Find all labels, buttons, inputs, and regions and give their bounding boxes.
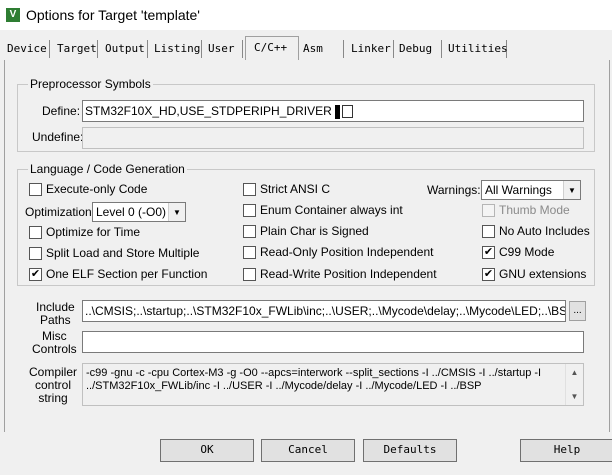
strict-ansi-label: Strict ANSI C <box>260 182 331 196</box>
include-browse-button[interactable]: ... <box>569 301 586 321</box>
optimization-label: Optimization: <box>25 205 96 219</box>
plain-char-checkbox[interactable] <box>243 225 256 238</box>
checkmark-icon: ✔ <box>483 246 494 258</box>
one-elf-checkbox[interactable]: ✔ <box>29 268 42 281</box>
thumb-mode-label: Thumb Mode <box>499 203 570 217</box>
scroll-up-icon[interactable]: ▲ <box>566 366 583 379</box>
checkmark-icon: ✔ <box>483 268 494 280</box>
ro-pi-checkbox[interactable] <box>243 246 256 259</box>
title-bar: V Options for Target 'template' <box>0 0 612 30</box>
compiler-control-label: Compiler control string <box>29 366 77 405</box>
preprocessor-group-title: Preprocessor Symbols <box>28 77 153 91</box>
ro-pi-label: Read-Only Position Independent <box>260 245 434 259</box>
tab-asm[interactable]: Asm <box>300 40 344 58</box>
text-cursor <box>334 104 340 119</box>
include-paths-label: Include Paths <box>36 301 75 327</box>
tab-strip: Device Target Output Listing User C/C++ … <box>0 36 612 60</box>
define-value: STM32F10X_HD,USE_STDPERIPH_DRIVER <box>85 104 332 118</box>
scroll-down-icon[interactable]: ▼ <box>566 390 583 403</box>
ok-button[interactable]: OK <box>160 439 254 462</box>
undefine-label: Undefine: <box>32 130 84 144</box>
tab-target[interactable]: Target <box>54 40 98 58</box>
optimization-value: Level 0 (-O0) <box>96 205 167 219</box>
optimization-select[interactable]: Level 0 (-O0) ▼ <box>92 202 186 222</box>
tab-user[interactable]: User <box>205 40 243 58</box>
misc-controls-input[interactable] <box>82 331 584 353</box>
include-paths-input[interactable]: ..\CMSIS;..\startup;..\STM32F10x_FWLib\i… <box>82 300 566 322</box>
warnings-label: Warnings: <box>427 183 481 197</box>
one-elf-label: One ELF Section per Function <box>46 267 208 281</box>
compiler-label-line3: string <box>38 391 68 405</box>
no-auto-includes-label: No Auto Includes <box>499 224 590 238</box>
gnu-extensions-label: GNU extensions <box>499 267 587 281</box>
enum-container-checkbox[interactable] <box>243 204 256 217</box>
cancel-button[interactable]: Cancel <box>261 439 355 462</box>
chevron-down-icon: ▼ <box>168 203 185 221</box>
tab-output[interactable]: Output <box>102 40 148 58</box>
optimize-time-checkbox[interactable] <box>29 226 42 239</box>
enum-container-label: Enum Container always int <box>260 203 403 217</box>
rw-pi-label: Read-Write Position Independent <box>260 267 437 281</box>
help-button[interactable]: Help <box>520 439 612 462</box>
misc-label-line2: Controls <box>32 342 77 356</box>
chevron-down-icon: ▼ <box>563 181 580 199</box>
optimize-time-label: Optimize for Time <box>46 225 141 239</box>
compiler-line-2: ../STM32F10x_FWLib/inc -I ../USER -I ../… <box>86 380 482 392</box>
defaults-button[interactable]: Defaults <box>363 439 457 462</box>
paste-icon <box>341 105 353 119</box>
undefine-input[interactable] <box>82 127 584 149</box>
tab-debug[interactable]: Debug <box>396 40 442 58</box>
execute-only-checkbox[interactable] <box>29 183 42 196</box>
keil-app-icon: V <box>6 8 20 22</box>
tab-listing[interactable]: Listing <box>151 40 202 58</box>
rw-pi-checkbox[interactable] <box>243 268 256 281</box>
include-label-line2: Paths <box>40 313 71 327</box>
tab-utilities[interactable]: Utilities <box>445 40 508 58</box>
misc-controls-label: Misc Controls <box>32 330 77 356</box>
c99-mode-label: C99 Mode <box>499 245 555 259</box>
define-label: Define: <box>42 104 81 118</box>
compiler-control-string[interactable]: -c99 -gnu -c -cpu Cortex-M3 -g -O0 --apc… <box>82 363 584 406</box>
c99-mode-checkbox[interactable]: ✔ <box>482 246 495 259</box>
split-load-checkbox[interactable] <box>29 247 42 260</box>
define-input[interactable]: STM32F10X_HD,USE_STDPERIPH_DRIVER <box>82 100 584 122</box>
warnings-value: All Warnings <box>485 183 552 197</box>
plain-char-label: Plain Char is Signed <box>260 224 369 238</box>
compiler-scrollbar[interactable]: ▲ ▼ <box>565 364 583 405</box>
checkmark-icon: ✔ <box>30 268 41 280</box>
strict-ansi-checkbox[interactable] <box>243 183 256 196</box>
tab-device[interactable]: Device <box>4 40 50 58</box>
window-title: Options for Target 'template' <box>26 7 200 23</box>
split-load-label: Split Load and Store Multiple <box>46 246 200 260</box>
no-auto-includes-checkbox[interactable] <box>482 225 495 238</box>
tab-cc[interactable]: C/C++ <box>245 36 299 60</box>
warnings-select[interactable]: All Warnings ▼ <box>481 180 581 200</box>
language-group-title: Language / Code Generation <box>28 162 187 176</box>
gnu-extensions-checkbox[interactable]: ✔ <box>482 268 495 281</box>
execute-only-label: Execute-only Code <box>46 182 148 196</box>
tab-linker[interactable]: Linker <box>348 40 394 58</box>
thumb-mode-checkbox[interactable] <box>482 204 495 217</box>
compiler-line-1: -c99 -gnu -c -cpu Cortex-M3 -g -O0 --apc… <box>86 367 542 379</box>
